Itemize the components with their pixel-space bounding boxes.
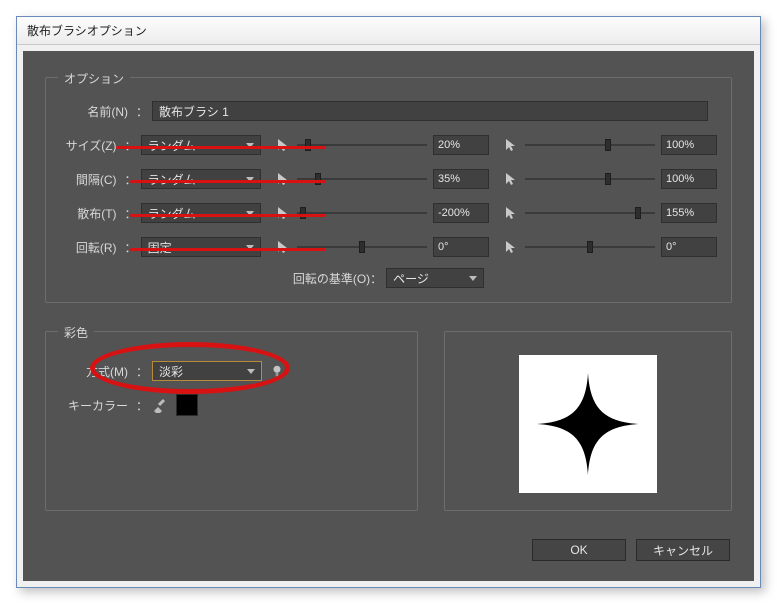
pointer-icon [503,171,519,187]
param-mode-dropdown[interactable]: ランダム [141,169,261,189]
param-label: 回転(R) [60,239,117,256]
param-mode-value: 固定 [148,239,172,256]
options-group-title: オプション [58,70,130,87]
ok-button[interactable]: OK [532,539,626,561]
method-dropdown[interactable]: 淡彩 [152,361,262,381]
name-label: 名前(N) [60,103,128,120]
param-mode-dropdown[interactable]: ランダム [141,203,261,223]
name-row: 名前(N) ： [60,98,717,124]
param-slider-2: 100% [503,135,717,155]
param-value-1[interactable]: 0° [433,237,489,257]
rotation-basis-dropdown[interactable]: ページ [386,268,484,288]
annotation-underline [116,146,326,149]
rotation-basis-value: ページ [393,270,429,287]
pointer-icon [503,137,519,153]
chevron-down-icon [469,276,477,281]
name-input[interactable] [152,101,708,121]
keycolor-swatch[interactable] [176,394,198,416]
slider-track[interactable] [297,172,427,186]
pointer-icon [275,171,291,187]
cancel-button[interactable]: キャンセル [636,539,730,561]
annotation-underline [130,214,326,217]
slider-track[interactable] [297,138,427,152]
rotation-basis-label: 回転の基準(O) [293,270,370,287]
param-slider-2: 155% [503,203,717,223]
param-row: 回転(R)：固定0°0° [60,234,717,260]
param-value-1[interactable]: 35% [433,169,489,189]
param-value-1[interactable]: -200% [433,203,489,223]
title-bar: 散布ブラシオプション [17,17,760,45]
dialog-window: 散布ブラシオプション オプション 名前(N) ： サイズ(Z)：ランダム20%1… [16,16,761,588]
coloring-group-title: 彩色 [58,324,94,341]
eyedropper-icon[interactable] [152,397,168,413]
window-title: 散布ブラシオプション [27,22,147,39]
param-slider-1: 35% [275,169,489,189]
method-value: 淡彩 [159,363,183,380]
param-row: 間隔(C)：ランダム35%100% [60,166,717,192]
param-label: 間隔(C) [60,171,117,188]
rotation-basis-row: 回転の基準(O) ： ページ [60,268,717,288]
dialog-body: オプション 名前(N) ： サイズ(Z)：ランダム20%100%間隔(C)：ラン… [23,51,754,581]
param-value-1[interactable]: 20% [433,135,489,155]
slider-track[interactable] [297,240,427,254]
param-mode-value: ランダム [148,205,196,222]
keycolor-label: キーカラー [60,397,128,414]
slider-track[interactable] [525,138,655,152]
preview-group [444,331,732,511]
param-slider-2: 100% [503,169,717,189]
slider-track[interactable] [297,206,427,220]
param-slider-1: 0° [275,237,489,257]
slider-track[interactable] [525,240,655,254]
param-slider-1: -200% [275,203,489,223]
method-label: 方式(M) [60,363,128,380]
dialog-buttons: OK キャンセル [39,539,730,561]
pointer-icon [275,137,291,153]
param-mode-value: ランダム [148,171,196,188]
slider-track[interactable] [525,172,655,186]
param-row: サイズ(Z)：ランダム20%100% [60,132,717,158]
pointer-icon [275,239,291,255]
method-row: 方式(M) ： 淡彩 [60,358,403,384]
lower-area: 彩色 方式(M) ： 淡彩 キーカラー ： [39,321,738,529]
param-mode-value: ランダム [148,137,196,154]
param-value-2[interactable]: 100% [661,135,717,155]
coloring-group: 彩色 方式(M) ： 淡彩 キーカラー ： [45,331,418,511]
options-group: オプション 名前(N) ： サイズ(Z)：ランダム20%100%間隔(C)：ラン… [45,77,732,303]
param-label: サイズ(Z) [60,137,117,154]
param-value-2[interactable]: 0° [661,237,717,257]
slider-track[interactable] [525,206,655,220]
pointer-icon [275,205,291,221]
annotation-underline [130,180,326,183]
brush-preview-shape [535,371,641,477]
param-mode-dropdown[interactable]: ランダム [141,135,261,155]
pointer-icon [503,239,519,255]
param-slider-2: 0° [503,237,717,257]
tips-icon[interactable] [270,364,284,378]
pointer-icon [503,205,519,221]
chevron-down-icon [247,369,255,374]
param-row: 散布(T)：ランダム-200%155% [60,200,717,226]
param-slider-1: 20% [275,135,489,155]
param-mode-dropdown[interactable]: 固定 [141,237,261,257]
param-value-2[interactable]: 155% [661,203,717,223]
keycolor-row: キーカラー ： [60,392,403,418]
param-label: 散布(T) [60,205,117,222]
brush-preview [519,355,657,493]
annotation-underline [130,248,326,251]
param-value-2[interactable]: 100% [661,169,717,189]
